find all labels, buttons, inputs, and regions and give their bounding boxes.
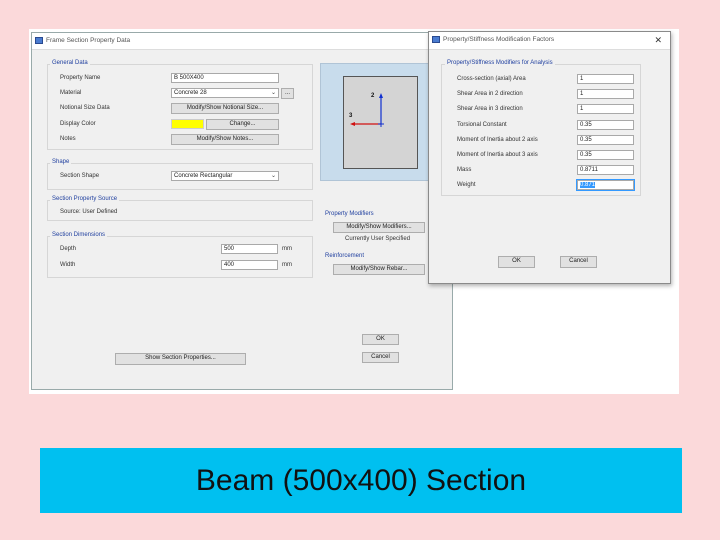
depth-unit: mm (282, 246, 292, 252)
modifier-value-input[interactable]: 0.35 (577, 134, 634, 145)
width-input[interactable]: 400 (221, 260, 278, 270)
close-icon[interactable]: ✕ (654, 35, 662, 46)
material-label: Material (60, 90, 82, 96)
property-source-title: Section Property Source (50, 196, 120, 202)
section-dimensions-title: Section Dimensions (50, 232, 108, 238)
local-axes-icon (350, 93, 384, 127)
depth-input[interactable]: 500 (221, 244, 278, 254)
modifier-label: Cross-section (axial) Area (457, 76, 526, 82)
modifier-label: Torsional Constant (457, 121, 507, 128)
modifier-value-input[interactable]: 0.871 (576, 179, 635, 192)
change-color-button[interactable]: Change... (206, 119, 279, 130)
notional-size-label: Notional Size Data (60, 105, 110, 111)
property-name-label: Property Name (60, 75, 101, 81)
modifier-value-input[interactable]: 1 (577, 89, 634, 100)
modifier-label: Moment of Inertia about 3 axis (457, 152, 538, 158)
modifiers-dialog-title: Property/Stiffness Modification Factors (443, 36, 555, 43)
app-icon (432, 36, 440, 43)
chevron-down-icon: ⌄ (270, 90, 276, 96)
modification-factors-dialog: Property/Stiffness Modification Factors … (428, 31, 671, 284)
reinforcement-title: Reinforcement (325, 253, 365, 259)
display-color-label: Display Color (60, 121, 96, 127)
modifier-value-input[interactable]: 0.8711 (577, 165, 634, 176)
dialog-title-bar: Frame Section Property Data (32, 33, 452, 50)
modifier-label: Shear Area in 2 direction (457, 91, 523, 98)
property-name-input[interactable]: B 500X400 (171, 73, 279, 83)
property-source-text: Source: User Defined (60, 209, 118, 215)
modifiers-group-title: Property/Stiffness Modifiers for Analysi… (445, 60, 555, 66)
notes-button[interactable]: Modify/Show Notes... (171, 134, 279, 145)
material-more-button[interactable]: ... (281, 88, 294, 99)
modifiers-cancel-button[interactable]: Cancel (560, 256, 597, 268)
material-select-value: Concrete 28 (174, 90, 207, 96)
depth-label: Depth (60, 246, 77, 252)
cancel-button[interactable]: Cancel (362, 352, 399, 363)
axis-2-label: 2 (371, 93, 375, 99)
rebar-button[interactable]: Modify/Show Rebar... (333, 264, 425, 275)
modifier-value-input[interactable]: 0.35 (577, 150, 634, 160)
general-data-title: General Data (50, 60, 90, 66)
axis-3-label: 3 (349, 113, 353, 119)
display-color-swatch[interactable] (171, 119, 204, 129)
dialog-title: Frame Section Property Data (46, 37, 131, 44)
notional-size-button[interactable]: Modify/Show Notional Size... (171, 103, 279, 114)
app-icon (35, 37, 43, 44)
width-label: Width (60, 262, 76, 268)
modifier-value-input[interactable]: 1 (577, 74, 634, 84)
modifier-label: Mass (457, 167, 472, 174)
section-shape-value: Concrete Rectangular (174, 173, 233, 179)
caption-bar: Beam (500x400) Section (40, 448, 682, 513)
section-shape-select[interactable]: Concrete Rectangular ⌄ (171, 171, 279, 181)
modifier-label: Shear Area in 3 direction (457, 106, 523, 113)
modifier-value-input[interactable]: 1 (577, 104, 634, 115)
modifier-value-input[interactable]: 0.35 (577, 119, 634, 130)
modifier-label: Moment of Inertia about 2 axis (457, 136, 538, 143)
modify-modifiers-button[interactable]: Modify/Show Modifiers... (333, 222, 425, 233)
modifiers-status: Currently User Specified (345, 236, 411, 242)
modifier-label: Weight (457, 182, 476, 189)
notes-label: Notes (60, 136, 76, 142)
width-unit: mm (282, 262, 292, 268)
section-dimensions-group (47, 236, 313, 278)
frame-section-dialog: Frame Section Property Data General Data… (31, 32, 453, 390)
property-modifiers-title: Property Modifiers (325, 211, 374, 217)
chevron-down-icon: ⌄ (270, 173, 276, 179)
shape-title: Shape (50, 159, 72, 165)
modifiers-title-bar: Property/Stiffness Modification Factors … (429, 32, 670, 50)
material-select[interactable]: Concrete 28 ⌄ (171, 88, 279, 98)
show-section-properties-button[interactable]: Show Section Properties... (115, 353, 246, 365)
section-shape-label: Section Shape (60, 173, 100, 179)
modifiers-ok-button[interactable]: OK (498, 256, 535, 268)
section-preview-panel: 2 3 (320, 63, 438, 181)
slide-caption: Beam (500x400) Section (195, 464, 527, 497)
modifier-value-selected: 0.871 (580, 182, 596, 189)
ok-button[interactable]: OK (362, 334, 399, 345)
